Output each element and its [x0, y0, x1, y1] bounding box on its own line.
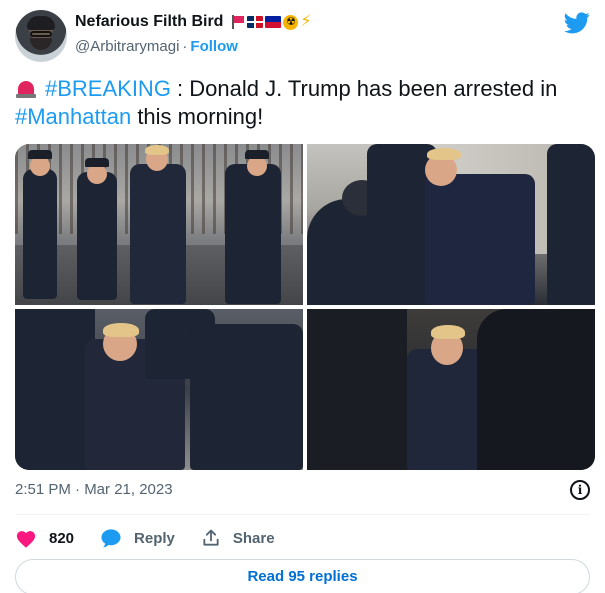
- likes-count: 820: [49, 529, 75, 547]
- like-button[interactable]: 820: [15, 528, 74, 548]
- police-light-icon: [15, 77, 37, 99]
- police-cap: [85, 158, 109, 167]
- tweet-card: Nefarious Filth Bird ☢ ⚡ @Arbitrarymagi ·…: [0, 0, 605, 593]
- read-replies-button[interactable]: Read 95 replies: [15, 559, 590, 593]
- author-display-name[interactable]: Nefarious Filth Bird: [75, 13, 223, 31]
- officer-head: [30, 156, 50, 176]
- action-bar: 820 Reply Share: [15, 526, 301, 550]
- hashtag-manhattan[interactable]: #Manhattan: [15, 104, 131, 129]
- triangular-flag-icon: [231, 15, 245, 29]
- trump-figure: [130, 164, 186, 304]
- trump-hair: [145, 145, 169, 155]
- media-image-1[interactable]: [15, 144, 303, 305]
- police-cap: [245, 150, 269, 159]
- share-label: Share: [232, 529, 275, 547]
- reply-bubble-icon: [101, 529, 121, 548]
- officer-figure: [190, 324, 303, 470]
- media-image-4[interactable]: [307, 309, 595, 470]
- trump-figure: [425, 174, 535, 305]
- police-cap: [28, 150, 52, 159]
- tweet-text-part2: this morning!: [131, 104, 264, 129]
- tweet-text-part1: : Donald J. Trump has been arrested in: [170, 76, 558, 101]
- twitter-bird-icon[interactable]: [564, 12, 590, 34]
- media-image-2[interactable]: [307, 144, 595, 305]
- share-upload-icon: [203, 529, 219, 546]
- riot-officer-figure: [307, 309, 407, 470]
- media-grid: [15, 144, 595, 470]
- reply-button[interactable]: Reply: [100, 528, 175, 548]
- riot-officer-figure: [477, 309, 595, 470]
- avatar-beard: [30, 38, 52, 50]
- info-icon[interactable]: i: [570, 480, 590, 500]
- officer-head: [87, 164, 107, 184]
- avatar[interactable]: [15, 10, 67, 62]
- heart-icon: [16, 531, 36, 548]
- avatar-hair: [27, 16, 55, 30]
- trump-figure: [407, 349, 487, 470]
- officer-figure: [547, 144, 595, 305]
- avatar-glasses: [30, 31, 52, 37]
- trump-hair: [103, 323, 139, 337]
- author-handle[interactable]: @Arbitrarymagi: [75, 38, 179, 55]
- officer-figure: [77, 172, 117, 300]
- hashtag-breaking[interactable]: #BREAKING: [45, 76, 171, 101]
- officer-figure: [225, 164, 281, 304]
- trump-hair: [427, 148, 461, 160]
- name-emojis: ☢ ⚡: [231, 13, 312, 30]
- author-handle-row: @Arbitrarymagi · Follow: [75, 38, 238, 55]
- trump-hair: [431, 325, 465, 339]
- radioactive-icon: ☢: [283, 14, 299, 30]
- officer-figure: [23, 169, 57, 299]
- separator-dot: ·: [182, 38, 188, 55]
- author-name-row: Nefarious Filth Bird ☢ ⚡: [75, 13, 312, 31]
- dominican-republic-flag-icon: [247, 16, 264, 28]
- high-voltage-icon: ⚡: [300, 13, 312, 30]
- reply-label: Reply: [134, 529, 175, 547]
- share-button[interactable]: Share: [201, 528, 275, 548]
- haiti-flag-icon: [265, 16, 282, 28]
- media-image-3[interactable]: [15, 309, 303, 470]
- officer-figure: [15, 309, 95, 470]
- tweet-timestamp[interactable]: 2:51 PM · Mar 21, 2023: [15, 481, 173, 498]
- officer-head: [247, 156, 267, 176]
- tweet-text: #BREAKING : Donald J. Trump has been arr…: [15, 75, 575, 131]
- divider: [15, 514, 590, 515]
- follow-button[interactable]: Follow: [190, 38, 238, 55]
